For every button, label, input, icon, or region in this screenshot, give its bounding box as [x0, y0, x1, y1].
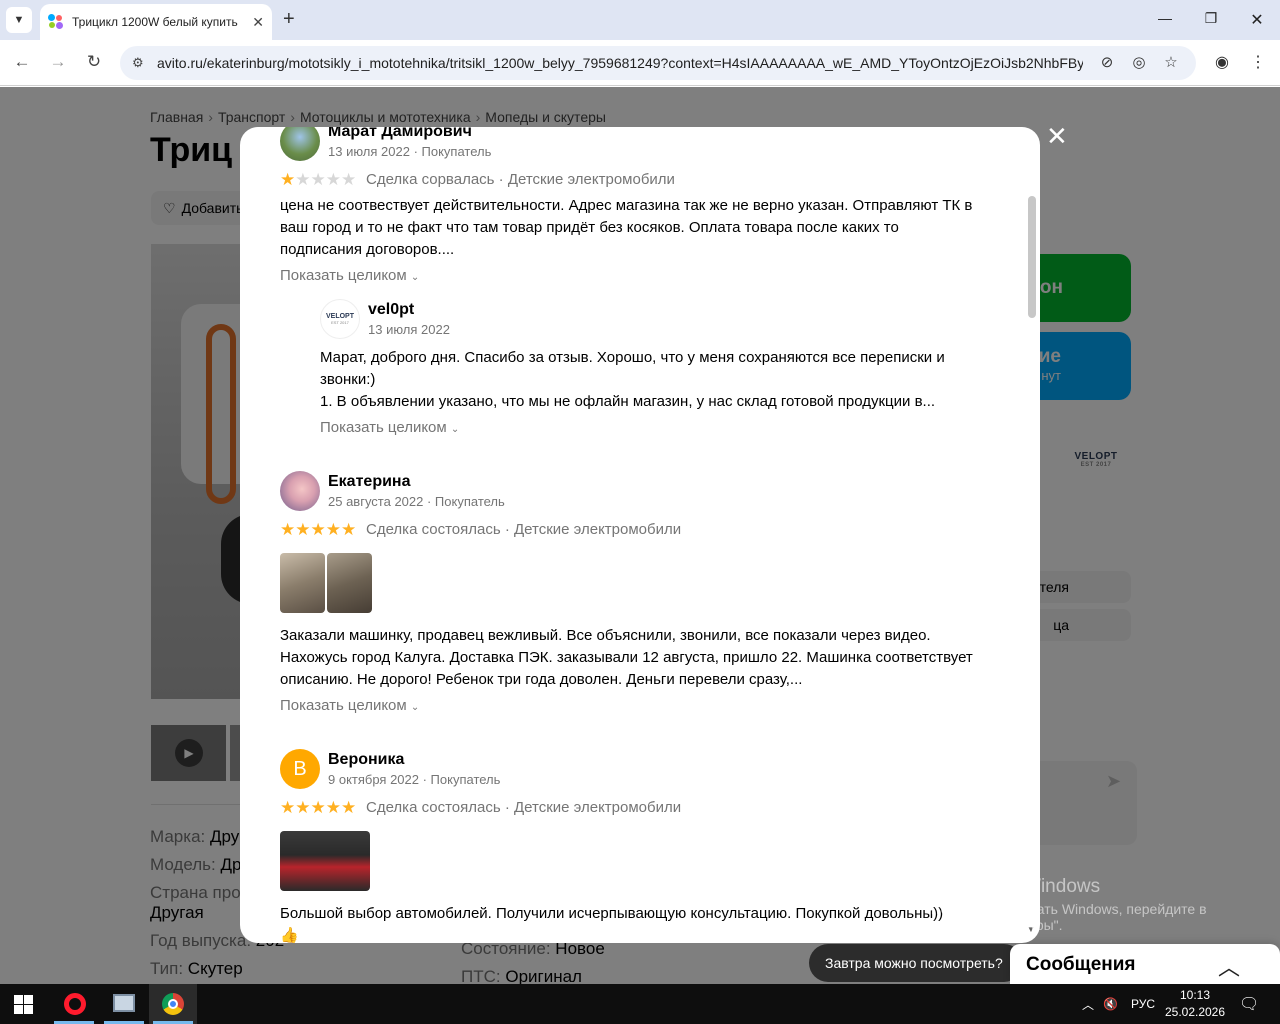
- deal-status: Сделка сорвалась · Детские электромобили: [366, 171, 675, 188]
- site-settings-icon[interactable]: ⚙: [132, 55, 144, 71]
- opera-app-icon[interactable]: [50, 984, 98, 1024]
- chevron-down-icon: ⌄: [410, 702, 420, 713]
- url-host: avito.ru: [157, 55, 203, 71]
- quick-question-chip[interactable]: Завтра можно посмотреть?: [809, 944, 1023, 982]
- review-photo[interactable]: [280, 553, 325, 613]
- reviewer-name[interactable]: Вероника: [328, 751, 404, 769]
- url-text[interactable]: avito.ru/ekaterinburg/mototsikly_i_motot…: [157, 55, 1083, 71]
- menu-dots-icon[interactable]: ⋮: [1247, 52, 1269, 72]
- review-text: Большой выбор автомобилей. Получили исче…: [280, 905, 944, 943]
- review-photo[interactable]: [280, 831, 370, 891]
- tab-search-button[interactable]: ▼: [6, 7, 32, 33]
- volume-muted-icon[interactable]: 🔇: [1103, 984, 1118, 1024]
- reviewer-name[interactable]: Екатерина: [328, 473, 410, 491]
- windows-activation-watermark: Активация Windows Чтобы активировать Win…: [925, 876, 1207, 933]
- seller-avatar[interactable]: VELOPT EST 2017: [320, 299, 360, 339]
- seller-name[interactable]: vel0pt: [368, 301, 414, 319]
- bookmark-star-icon[interactable]: ☆: [1160, 53, 1182, 71]
- review-date: 13 июля 2022 · Покупатель: [328, 144, 492, 159]
- reload-icon[interactable]: ↻: [83, 52, 105, 72]
- chevron-down-icon: ⌄: [450, 424, 460, 435]
- minimize-icon[interactable]: —: [1155, 10, 1175, 26]
- deal-status: Сделка состоялась · Детские электромобил…: [366, 799, 682, 816]
- modal-scrollbar[interactable]: [1028, 196, 1036, 318]
- tray-chevron-icon[interactable]: ︿: [1082, 984, 1094, 1024]
- tab-title: Трицикл 1200W белый купить: [72, 15, 238, 29]
- review-date: 9 октября 2022 · Покупатель: [328, 772, 501, 787]
- chevron-down-icon: ⌄: [410, 272, 420, 283]
- windows-taskbar: ︿ 🔇 РУС 10:13 25.02.2026 🗨: [0, 984, 1280, 1024]
- rating-stars: ★★★★★: [280, 520, 357, 539]
- address-toolbar: ← → ↻ ⚙ avito.ru/ekaterinburg/mototsikly…: [0, 40, 1280, 86]
- tab-strip: ▼ Трицикл 1200W белый купить ✕ + — ❐ ✕: [0, 0, 1280, 40]
- deal-status: Сделка состоялась · Детские электромобил…: [366, 521, 682, 538]
- browser-tab-active[interactable]: Трицикл 1200W белый купить ✕: [40, 4, 272, 40]
- review-date: 25 августа 2022 · Покупатель: [328, 494, 505, 509]
- lens-icon[interactable]: ◎: [1128, 53, 1150, 71]
- tab-close-icon[interactable]: ✕: [252, 14, 264, 31]
- window-close-icon[interactable]: ✕: [1247, 10, 1267, 30]
- reply-date: 13 июля 2022: [368, 322, 450, 337]
- review-text: цена не соотвествует действительности. А…: [280, 197, 973, 258]
- notifications-icon[interactable]: 🗨: [1239, 984, 1259, 1024]
- clock[interactable]: 10:13 25.02.2026: [1160, 987, 1230, 1021]
- clock-time: 10:13: [1179, 988, 1211, 1002]
- language-indicator[interactable]: РУС: [1131, 984, 1155, 1024]
- reviewer-avatar[interactable]: [280, 471, 320, 511]
- messages-panel[interactable]: Сообщения ︿: [1010, 944, 1280, 984]
- thumbs-up-icon: 👍: [280, 927, 299, 943]
- restore-icon[interactable]: ❐: [1201, 10, 1221, 27]
- address-bar[interactable]: ⚙ avito.ru/ekaterinburg/mototsikly_i_mot…: [120, 46, 1196, 80]
- photos-app-icon[interactable]: [100, 984, 148, 1024]
- profile-icon[interactable]: ◉: [1211, 52, 1233, 72]
- chevron-down-icon: ▼: [13, 14, 25, 26]
- avito-favicon-icon: [48, 14, 64, 30]
- windows-start-icon[interactable]: [14, 995, 33, 1014]
- show-more-link[interactable]: Показать целиком ⌄: [320, 419, 459, 436]
- back-arrow-icon[interactable]: ←: [11, 52, 33, 72]
- rating-stars: ★★★★★: [280, 170, 357, 189]
- chevron-up-icon[interactable]: ︿: [1218, 950, 1240, 982]
- chrome-app-icon[interactable]: [149, 984, 197, 1024]
- new-tab-icon[interactable]: +: [283, 9, 295, 29]
- review-text: Заказали машинку, продавец вежливый. Все…: [280, 627, 973, 688]
- forward-arrow-icon[interactable]: →: [47, 52, 69, 72]
- show-more-link[interactable]: Показать целиком ⌄: [280, 697, 419, 714]
- url-path: /ekaterinburg/mototsikly_i_mototehnika/t…: [202, 55, 1083, 71]
- reviewer-avatar[interactable]: [280, 127, 320, 161]
- reviewer-name[interactable]: Марат Дамирович: [328, 127, 472, 141]
- reviews-modal: Марат Дамирович 13 июля 2022 · Покупател…: [240, 127, 1040, 943]
- modal-close-icon[interactable]: ✕: [1046, 123, 1068, 149]
- messages-label: Сообщения: [1026, 954, 1136, 975]
- clock-date: 25.02.2026: [1164, 1005, 1226, 1019]
- show-more-link[interactable]: Показать целиком ⌄: [280, 267, 419, 284]
- reply-text: Марат, доброго дня. Спасибо за отзыв. Хо…: [320, 349, 945, 410]
- review-photo[interactable]: [327, 553, 372, 613]
- eye-off-icon[interactable]: ⊘: [1096, 53, 1118, 71]
- rating-stars: ★★★★★: [280, 798, 357, 817]
- reviewer-avatar[interactable]: В: [280, 749, 320, 789]
